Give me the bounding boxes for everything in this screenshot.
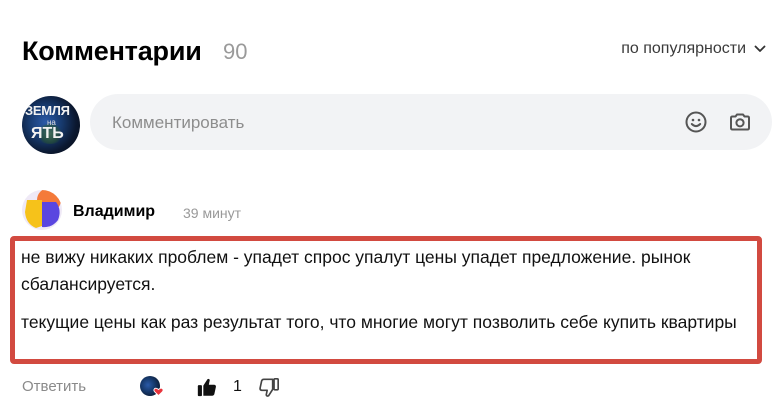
chevron-down-icon	[754, 45, 766, 52]
sort-label: по популярности	[621, 40, 746, 57]
page-title: Комментарии	[22, 36, 202, 66]
comment-paragraph: текущие цены как раз результат того, что…	[21, 312, 737, 332]
comment-input[interactable]	[110, 94, 674, 152]
author-avatar[interactable]	[22, 190, 62, 230]
reply-button[interactable]: Ответить	[22, 378, 86, 395]
avatar-logo-line3: ЯТЬ	[31, 125, 64, 142]
heart-icon	[153, 387, 164, 397]
comments-header: Комментарии 90 по популярности	[22, 36, 766, 68]
likes-count: 1	[233, 378, 242, 395]
comments-count: 90	[223, 39, 248, 64]
smiley-icon[interactable]	[684, 110, 708, 134]
comment-author[interactable]: Владимир	[73, 203, 155, 221]
thumbs-down-icon[interactable]	[258, 377, 280, 399]
thumbs-up-icon[interactable]	[196, 376, 218, 398]
comment-time: 39 минут	[183, 205, 242, 221]
camera-icon[interactable]	[728, 110, 752, 134]
avatar-logo-line1: ЗЕМЛЯ	[25, 103, 70, 118]
sort-dropdown[interactable]: по популярности	[621, 40, 766, 58]
comment-composer	[90, 94, 772, 152]
author-avatar-shape	[22, 190, 62, 230]
comment-paragraph: не вижу никаких проблем - упадет спрос у…	[21, 247, 691, 294]
user-avatar[interactable]: ЗЕМЛЯ на ЯТЬ	[22, 96, 80, 154]
